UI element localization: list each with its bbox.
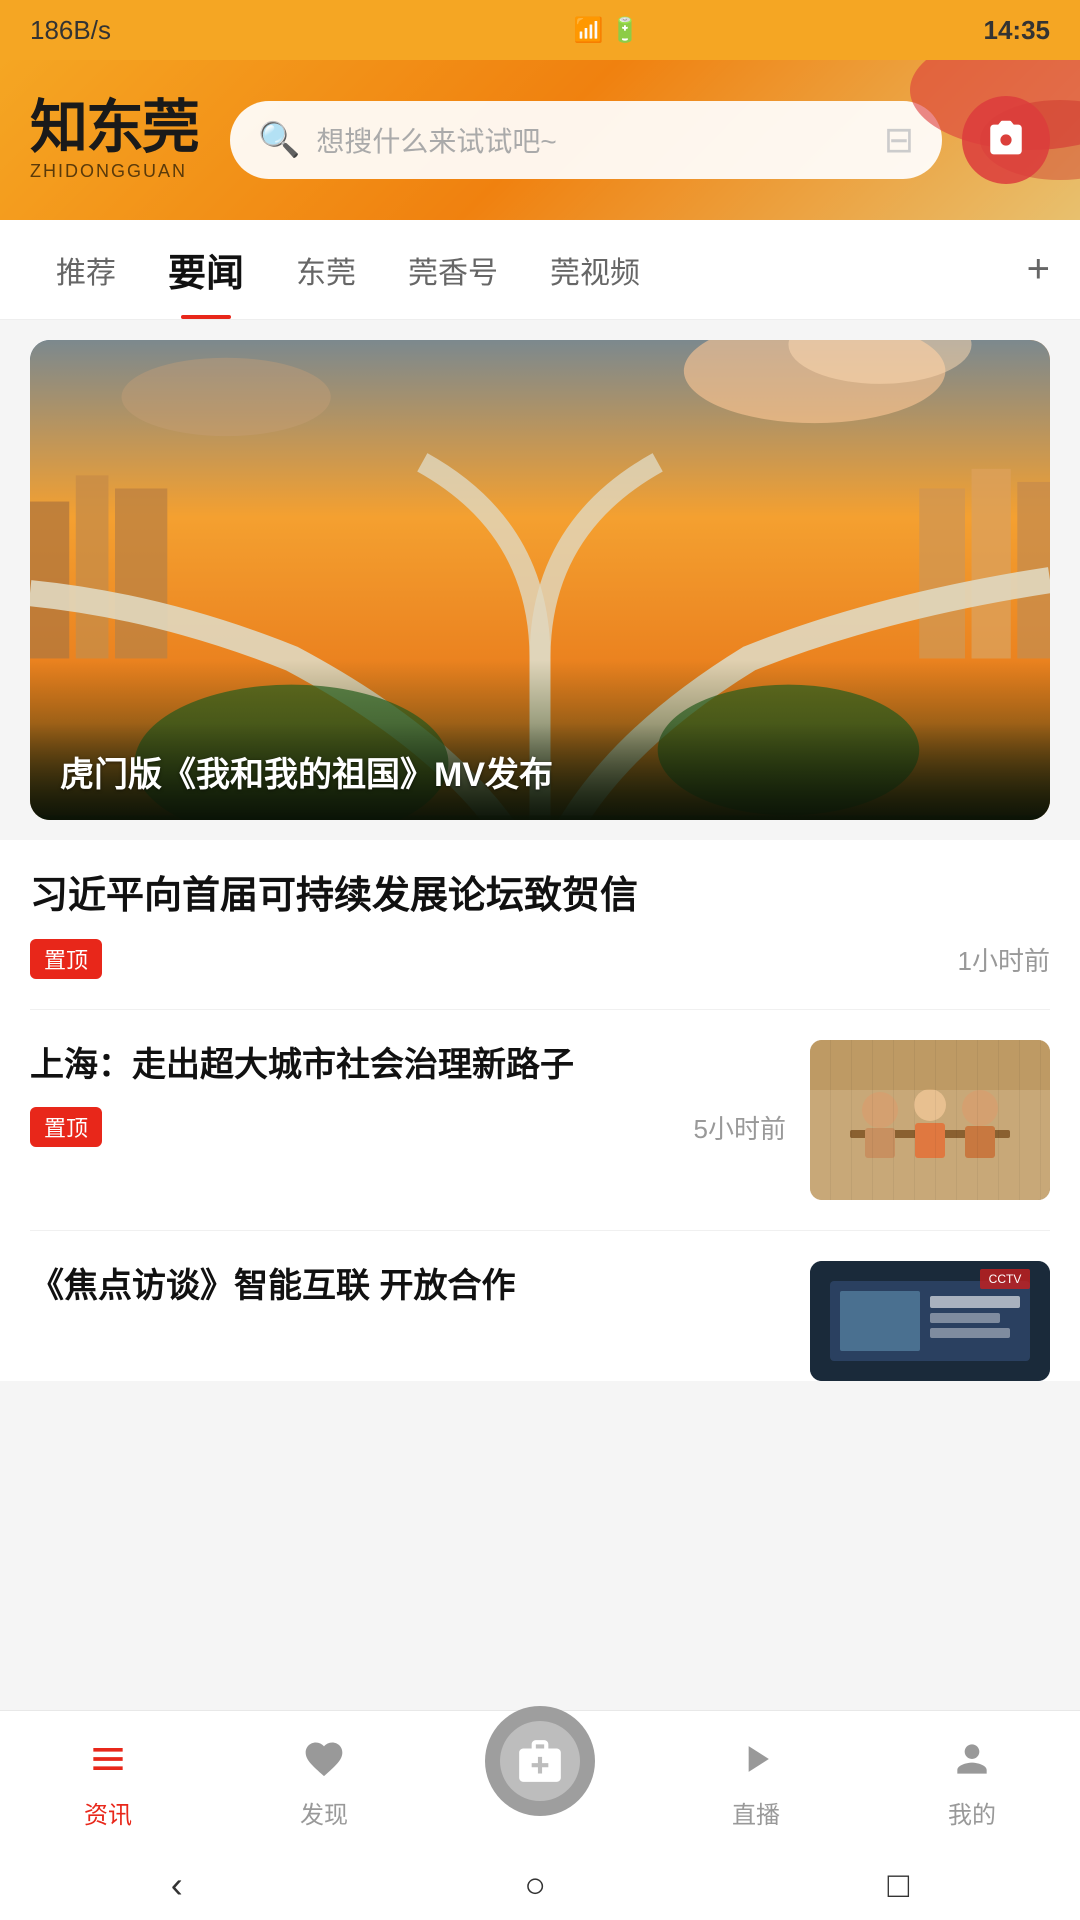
live-icon [728, 1731, 784, 1787]
tab-tuijian[interactable]: 推荐 [30, 220, 142, 319]
status-time: 14:35 [984, 15, 1051, 46]
news-title-3: 《焦点访谈》智能互联 开放合作 [30, 1261, 786, 1312]
center-button-inner [500, 1721, 580, 1801]
search-placeholder-text: 想搜什么来试试吧~ [316, 120, 867, 160]
tab-dongguan[interactable]: 东莞 [270, 220, 382, 319]
nav-item-wode[interactable]: 我的 [864, 1731, 1080, 1830]
hero-caption: 虎门版《我和我的祖国》MV发布 [30, 723, 1050, 820]
tab-guanshipin[interactable]: 莞视频 [524, 220, 666, 319]
bottom-nav: 资讯 发现 直播 [0, 1710, 1080, 1850]
news-title-1: 习近平向首届可持续发展论坛致贺信 [30, 870, 1050, 923]
status-speed: 186B/s [30, 15, 230, 46]
logo: 知东莞 ZHIDONGGUAN [30, 99, 210, 182]
nav-label-wode: 我的 [948, 1795, 996, 1830]
nav-tabs: 推荐 要闻 东莞 莞香号 莞视频 + [0, 220, 1080, 320]
nav-label-zixun: 资讯 [84, 1795, 132, 1830]
nav-label-faxian: 发现 [300, 1795, 348, 1830]
news-section: 习近平向首届可持续发展论坛致贺信 置顶 1小时前 上海：走出超大城市社会治理新路… [0, 840, 1080, 1381]
main-content: 虎门版《我和我的祖国》MV发布 习近平向首届可持续发展论坛致贺信 置顶 1小时前… [0, 320, 1080, 1417]
nav-item-faxian[interactable]: 发现 [216, 1731, 432, 1830]
nav-item-center[interactable] [432, 1746, 648, 1816]
add-tab-button[interactable]: + [1027, 247, 1050, 292]
news-time-2: 5小时前 [694, 1109, 786, 1146]
news-title-2: 上海：走出超大城市社会治理新路子 [30, 1040, 786, 1091]
scan-icon: ⊟ [884, 119, 914, 161]
center-button[interactable] [485, 1706, 595, 1816]
thumb-image-3: CCTV [810, 1261, 1050, 1381]
news-meta-1: 置顶 1小时前 [30, 939, 1050, 979]
status-bar: 186B/s 📶 🔋 14:35 [0, 0, 1080, 60]
news-item-3[interactable]: 《焦点访谈》智能互联 开放合作 CCTV [30, 1231, 1050, 1381]
news-thumb-2 [810, 1040, 1050, 1200]
nav-label-zhibo: 直播 [732, 1795, 780, 1830]
news-side-content-3: 《焦点访谈》智能互联 开放合作 [30, 1261, 786, 1312]
news-meta-2: 置顶 5小时前 [30, 1107, 786, 1147]
discover-icon [296, 1731, 352, 1787]
news-item-1[interactable]: 习近平向首届可持续发展论坛致贺信 置顶 1小时前 [30, 840, 1050, 1010]
hero-caption-text: 虎门版《我和我的祖国》MV发布 [60, 747, 1020, 796]
app-header: 知东莞 ZHIDONGGUAN 🔍 想搜什么来试试吧~ ⊟ [0, 60, 1080, 220]
camera-button[interactable] [962, 96, 1050, 184]
search-bar[interactable]: 🔍 想搜什么来试试吧~ ⊟ [230, 101, 942, 179]
nav-item-zhibo[interactable]: 直播 [648, 1731, 864, 1830]
search-icon: 🔍 [258, 120, 300, 160]
system-nav-bar: ‹ ○ □ [0, 1850, 1080, 1920]
tab-guanxianghao[interactable]: 莞香号 [382, 220, 524, 319]
nav-item-zixun[interactable]: 资讯 [0, 1731, 216, 1830]
tag-top-1: 置顶 [30, 939, 102, 979]
status-icons: 📶 🔋 [574, 16, 640, 45]
recent-button[interactable]: □ [888, 1864, 910, 1906]
tab-yaowén[interactable]: 要闻 [142, 220, 270, 319]
logo-sub: ZHIDONGGUAN [30, 161, 187, 182]
home-icon [80, 1731, 136, 1787]
hero-card[interactable]: 虎门版《我和我的祖国》MV发布 [30, 340, 1050, 820]
profile-icon [944, 1731, 1000, 1787]
logo-main: 知东莞 [30, 99, 198, 157]
news-thumb-3: CCTV [810, 1261, 1050, 1381]
news-item-2[interactable]: 上海：走出超大城市社会治理新路子 置顶 5小时前 [30, 1010, 1050, 1231]
svg-text:CCTV: CCTV [989, 1272, 1022, 1286]
thumb-image-2 [810, 1040, 1050, 1200]
home-button[interactable]: ○ [524, 1864, 546, 1906]
news-time-1: 1小时前 [958, 941, 1050, 978]
news-side-content-2: 上海：走出超大城市社会治理新路子 置顶 5小时前 [30, 1040, 786, 1147]
tag-top-2: 置顶 [30, 1107, 102, 1147]
back-button[interactable]: ‹ [171, 1864, 183, 1906]
